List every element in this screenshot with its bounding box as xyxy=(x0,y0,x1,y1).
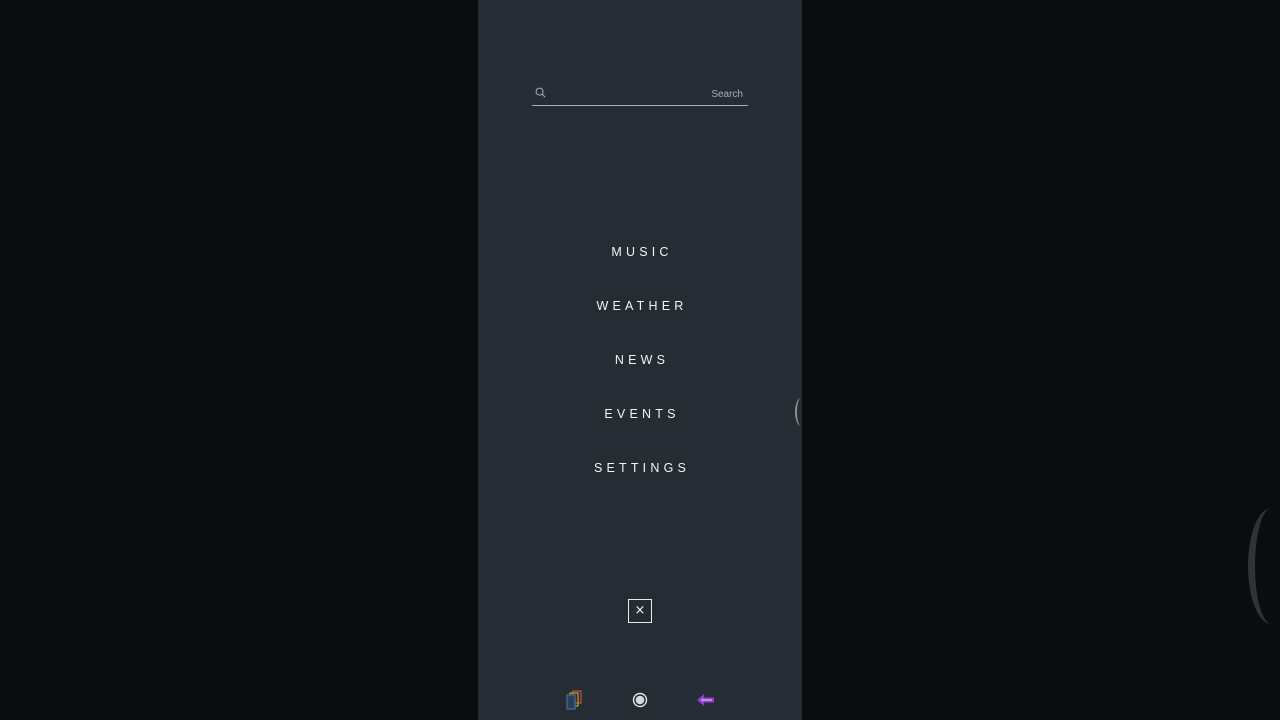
menu-item-events[interactable]: EVENTS xyxy=(478,394,802,448)
main-menu: MUSIC WEATHER NEWS EVENTS SETTINGS xyxy=(478,232,802,502)
menu-item-weather[interactable]: WEATHER xyxy=(478,286,802,340)
menu-panel: MUSIC WEATHER NEWS EVENTS SETTINGS × xyxy=(478,0,802,720)
edge-swipe-indicator xyxy=(795,398,807,426)
search-bar xyxy=(532,84,748,106)
recents-button[interactable] xyxy=(561,686,585,714)
close-menu-button[interactable]: × xyxy=(628,599,652,623)
screen: MUSIC WEATHER NEWS EVENTS SETTINGS × xyxy=(0,0,1280,720)
menu-item-music[interactable]: MUSIC xyxy=(478,232,802,286)
edge-swipe-indicator-large xyxy=(1248,508,1280,624)
back-arrow-icon xyxy=(697,694,714,706)
back-button[interactable] xyxy=(694,686,718,714)
close-icon: × xyxy=(634,603,646,618)
home-button[interactable] xyxy=(628,686,652,714)
menu-item-news[interactable]: NEWS xyxy=(478,340,802,394)
search-icon xyxy=(535,87,546,98)
recents-icon xyxy=(566,690,582,710)
search-input[interactable] xyxy=(552,84,746,104)
home-icon xyxy=(632,692,648,708)
system-nav-bar xyxy=(478,686,802,716)
menu-item-settings[interactable]: SETTINGS xyxy=(478,448,802,502)
